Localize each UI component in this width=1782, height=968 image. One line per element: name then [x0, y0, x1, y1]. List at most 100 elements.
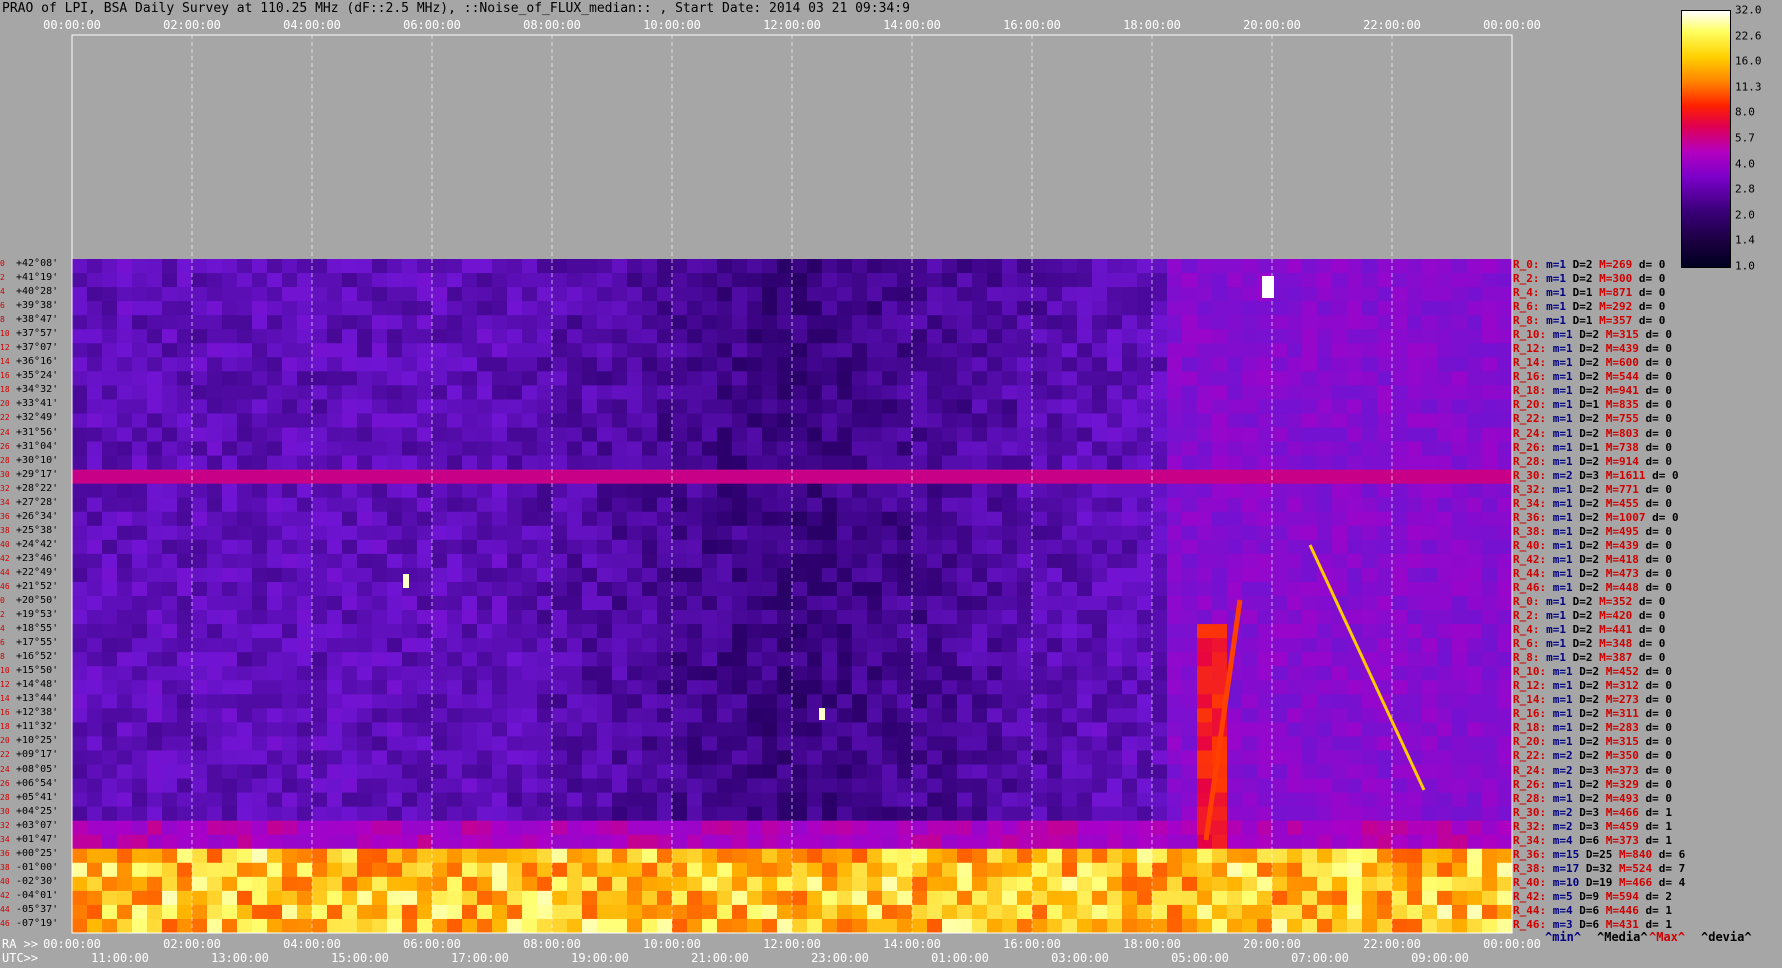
heatmap-cell: [702, 525, 718, 541]
heatmap-cell: [1092, 792, 1108, 808]
heatmap-cell: [342, 652, 358, 667]
stat-value: R_12:: [1513, 342, 1547, 356]
heatmap-cell: [1122, 399, 1138, 414]
heatmap-cell: [1152, 750, 1168, 765]
heatmap-cell: [642, 708, 658, 723]
stat-value: m=1: [1546, 412, 1573, 426]
heatmap-cell: [642, 315, 658, 330]
heatmap-cell: [1347, 750, 1363, 765]
heatmap-cell: [702, 680, 718, 695]
stat-value: R_10:: [1513, 665, 1547, 679]
heatmap-cell: [1152, 722, 1168, 737]
heatmap-cell: [882, 553, 898, 569]
heatmap-cell: [102, 539, 118, 555]
heatmap-cell: [762, 722, 778, 737]
heatmap-cell: [477, 848, 493, 864]
heatmap-cell: [1437, 904, 1453, 920]
heatmap-cell: [1182, 273, 1198, 288]
heatmap-cell: [777, 666, 793, 681]
stat-value: D=2: [1572, 426, 1600, 440]
heatmap-cell: [792, 539, 808, 555]
heatmap-cell: [1212, 483, 1228, 499]
heatmap-cell: [1392, 259, 1408, 274]
heatmap-cell: [627, 904, 643, 920]
heatmap-cell: [1047, 301, 1063, 316]
stat-value: D=2: [1572, 510, 1600, 524]
heatmap-cell: [267, 357, 283, 372]
heatmap-cell: [522, 862, 538, 878]
heatmap-cell: [1122, 722, 1138, 737]
heatmap-cell: [252, 918, 268, 934]
heatmap-cell: [822, 427, 838, 442]
heatmap-cell: [1107, 301, 1123, 316]
heatmap-cell: [1497, 273, 1513, 288]
heatmap-cell: [1107, 596, 1123, 611]
heatmap-cell: [1197, 918, 1213, 934]
heatmap-cell: [237, 736, 253, 751]
heatmap-cell: [777, 652, 793, 667]
heatmap-cell: [1032, 273, 1048, 288]
heatmap-cell: [852, 441, 868, 456]
heatmap-cell: [132, 483, 148, 499]
heatmap-cell: [657, 820, 673, 836]
heatmap-cell: [1332, 890, 1348, 906]
heatmap-cell: [1317, 343, 1333, 358]
heatmap-cell: [1092, 427, 1108, 442]
heatmap-cell: [207, 862, 223, 878]
heatmap-cell: [702, 413, 718, 428]
heatmap-cell: [762, 624, 778, 639]
heatmap-cell: [1227, 694, 1243, 709]
heatmap-cell: [717, 483, 733, 499]
heatmap-cell: [822, 259, 838, 274]
heatmap-cell: [402, 806, 418, 822]
heatmap-cell: [1452, 525, 1468, 541]
dec-tick-label: +18°55': [16, 623, 59, 635]
heatmap-cell: [312, 890, 328, 906]
heatmap-cell: [192, 259, 208, 274]
heatmap-cell: [102, 357, 118, 372]
heatmap-cell: [1437, 918, 1453, 934]
heatmap-cell: [777, 722, 793, 737]
stat-value: d= 0: [1638, 440, 1672, 454]
heatmap-cell: [687, 315, 703, 330]
heatmap-cell: [387, 329, 403, 344]
heatmap-cell: [1317, 820, 1333, 836]
heatmap-cell: [972, 441, 988, 456]
heatmap-cell: [447, 820, 463, 836]
heatmap-cell: [642, 834, 658, 850]
heatmap-cell: [972, 273, 988, 288]
stat-value: M=1611: [1599, 468, 1646, 482]
heatmap-cell: [702, 315, 718, 330]
heatmap-cell: [237, 890, 253, 906]
heatmap-cell: [297, 722, 313, 737]
heatmap-cell: [1392, 876, 1408, 892]
heatmap-cell: [1257, 778, 1273, 793]
heatmap-cell: [1167, 596, 1183, 611]
heatmap-cell: [447, 553, 463, 569]
heatmap-cell: [1287, 273, 1303, 288]
heatmap-cell: [657, 385, 673, 400]
heatmap-cell: [192, 511, 208, 527]
dec-tick-label: +27°28': [16, 496, 59, 508]
dec-tick-label: +09°17': [16, 749, 59, 761]
heatmap-cell: [1482, 764, 1498, 779]
heatmap-cell: [1122, 834, 1138, 850]
heatmap-cell: [972, 567, 988, 583]
heatmap-cell: [1317, 862, 1333, 878]
heatmap-cell: [357, 680, 373, 695]
heatmap-cell: [762, 413, 778, 428]
heatmap-cell: [927, 385, 943, 400]
heatmap-cell: [417, 666, 433, 681]
heatmap-cell: [837, 399, 853, 414]
heatmap-cell: [987, 455, 1003, 471]
heatmap-cell: [1032, 259, 1048, 274]
heatmap-cell: [1032, 904, 1048, 920]
heatmap-cell: [582, 778, 598, 793]
heatmap-cell: [1062, 890, 1078, 906]
heatmap-cell: [942, 371, 958, 386]
heatmap-cell: [1272, 918, 1288, 934]
heatmap-cell: [612, 497, 628, 513]
heatmap-cell: [162, 680, 178, 695]
heatmap-cell: [387, 904, 403, 920]
heatmap-cell: [1497, 497, 1513, 513]
